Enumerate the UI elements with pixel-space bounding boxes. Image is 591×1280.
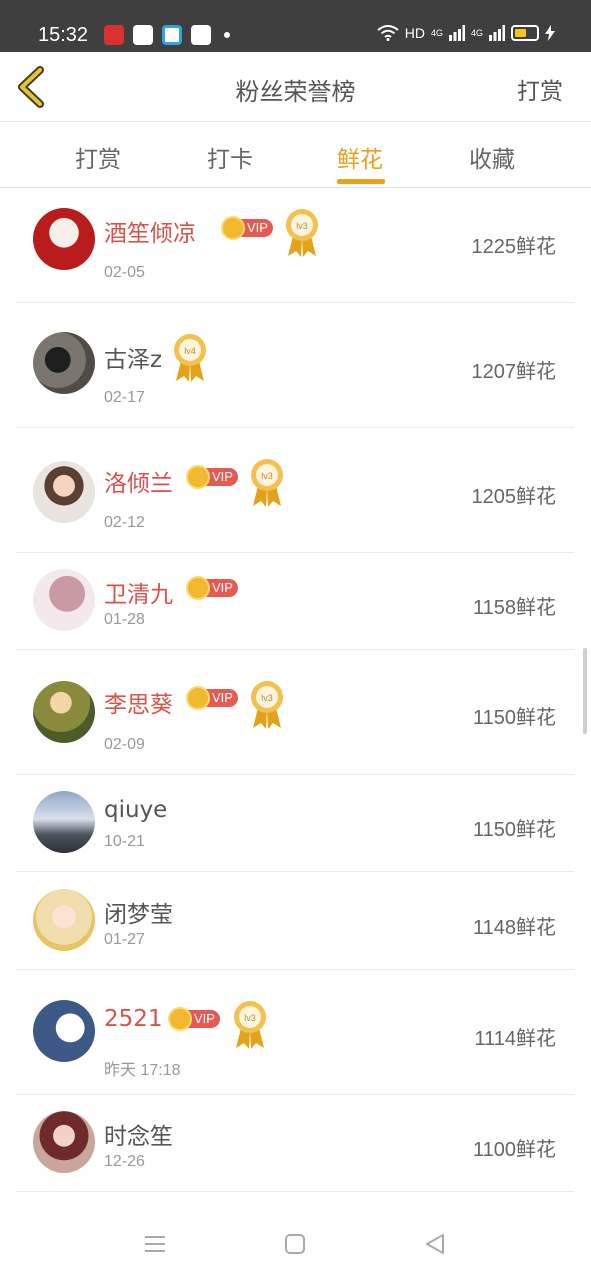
- list-item[interactable]: qiuye 10-21 1150鲜花: [16, 775, 574, 872]
- vip-badge: VIP: [186, 576, 238, 600]
- fan-name: 洛倾兰: [104, 471, 173, 497]
- flower-count: 1150鲜花: [472, 707, 556, 729]
- crown-icon: [168, 1007, 192, 1031]
- medal-lv3-icon: lv3: [234, 1001, 266, 1049]
- medal-lv3-icon: lv3: [251, 459, 283, 507]
- vip-badge: VIP: [168, 1007, 220, 1031]
- more-notifications-dot: [224, 32, 230, 38]
- fan-date: 10-21: [104, 833, 145, 850]
- crown-icon: [186, 576, 210, 600]
- signal-bars-icon: [448, 25, 465, 41]
- fan-name: 2521: [104, 1006, 163, 1032]
- crown-icon: [186, 465, 210, 489]
- fan-date: 02-17: [104, 389, 145, 406]
- svg-text:lv3: lv3: [261, 693, 273, 703]
- system-nav-bar: [0, 1200, 591, 1280]
- avatar[interactable]: [33, 569, 95, 631]
- avatar[interactable]: [33, 461, 95, 523]
- fan-date: 12-26: [104, 1153, 145, 1170]
- tab-checkin[interactable]: 打卡: [207, 140, 253, 174]
- signal-bars-icon-2: [489, 25, 505, 41]
- medal-lv4-icon: lv4: [174, 334, 206, 382]
- avatar[interactable]: [33, 1111, 95, 1173]
- flower-count: 1205鲜花: [471, 486, 557, 508]
- vip-badge: VIP: [221, 216, 273, 240]
- svg-text:lv3: lv3: [296, 221, 308, 231]
- signal-4g-label: 4G: [430, 28, 443, 38]
- hd-indicator: HD: [404, 25, 425, 41]
- tab-reward[interactable]: 打赏: [75, 140, 121, 174]
- vip-badge: VIP: [186, 686, 238, 710]
- back-triangle-icon[interactable]: [421, 1230, 449, 1258]
- fan-date: 02-09: [104, 736, 145, 753]
- browser-app-icon: [162, 25, 182, 45]
- message-app-icon: [191, 25, 211, 45]
- fan-name: 闭梦莹: [104, 902, 173, 928]
- avatar[interactable]: [33, 332, 95, 394]
- status-bar: 15:32 HD 4G 4G: [0, 0, 591, 52]
- vip-badge: VIP: [186, 465, 238, 489]
- avatar[interactable]: [33, 1000, 95, 1062]
- flower-count: 1158鲜花: [472, 597, 556, 619]
- signal-4g-label-2: 4G: [470, 28, 483, 38]
- flower-count: 1150鲜花: [472, 819, 556, 841]
- status-indicators: HD 4G 4G: [377, 25, 555, 41]
- flower-count: 1148鲜花: [472, 917, 556, 939]
- svg-text:lv3: lv3: [244, 1013, 256, 1023]
- medal-lv3-icon: lv3: [251, 681, 283, 729]
- fan-name: qiuye: [104, 797, 168, 823]
- avatar[interactable]: [33, 208, 95, 270]
- list-item[interactable]: 洛倾兰 VIP lv3 02-12 1205鲜花: [16, 428, 574, 553]
- svg-text:lv3: lv3: [261, 471, 273, 481]
- flower-count: 1225鲜花: [471, 236, 557, 258]
- list-item[interactable]: 2521 VIP lv3 昨天 17:18 1114鲜花: [16, 970, 574, 1095]
- wifi-icon: [377, 25, 399, 41]
- active-tab-indicator: [337, 179, 385, 184]
- fan-date: 昨天 17:18: [104, 1062, 181, 1079]
- tab-bar: 打赏 打卡 鲜花 收藏: [0, 122, 591, 188]
- list-item[interactable]: 闭梦莹 01-27 1148鲜花: [16, 872, 574, 970]
- page-title: 粉丝荣誉榜: [235, 78, 356, 106]
- notification-icons: [104, 25, 230, 45]
- fan-name: 时念笙: [104, 1124, 173, 1150]
- avatar[interactable]: [33, 889, 95, 951]
- flower-count: 1114鲜花: [474, 1028, 556, 1050]
- charging-icon: [545, 25, 555, 41]
- fan-name: 卫清九: [104, 582, 173, 608]
- scrollbar[interactable]: [583, 648, 587, 734]
- fan-date: 02-05: [104, 264, 145, 281]
- medal-lv3-icon: lv3: [286, 209, 318, 257]
- flower-count: 1207鲜花: [471, 361, 557, 383]
- battery-icon: [511, 25, 539, 41]
- list-item[interactable]: 李思葵 VIP lv3 02-09 1150鲜花: [16, 650, 574, 775]
- app-notification-icon: [104, 25, 124, 45]
- fan-name: 古泽z: [104, 347, 163, 373]
- svg-text:lv4: lv4: [184, 346, 196, 356]
- status-time: 15:32: [38, 24, 89, 46]
- avatar[interactable]: [33, 681, 95, 743]
- flower-count: 1100鲜花: [472, 1139, 556, 1161]
- list-item[interactable]: 古泽z lv4 02-17 1207鲜花: [16, 303, 574, 428]
- home-icon[interactable]: [281, 1230, 309, 1258]
- list-item[interactable]: 酒笙倾凉 VIP lv3 02-05 1225鲜花: [16, 188, 574, 303]
- crown-icon: [221, 216, 245, 240]
- tab-flowers[interactable]: 鲜花: [337, 140, 383, 174]
- fan-date: 01-27: [104, 931, 145, 948]
- fan-date: 01-28: [104, 611, 145, 628]
- list-item[interactable]: 卫清九 VIP 01-28 1158鲜花: [16, 553, 574, 650]
- crown-icon: [186, 686, 210, 710]
- tab-favorites[interactable]: 收藏: [469, 140, 515, 174]
- fan-name: 李思葵: [104, 692, 173, 718]
- video-app-icon: [133, 25, 153, 45]
- menu-icon[interactable]: [141, 1230, 169, 1258]
- fan-name: 酒笙倾凉: [104, 221, 196, 247]
- list-item[interactable]: 时念笙 12-26 1100鲜花: [16, 1095, 574, 1192]
- header: 粉丝荣誉榜 打赏: [0, 52, 591, 122]
- reward-button[interactable]: 打赏: [517, 72, 563, 106]
- fan-date: 02-12: [104, 514, 145, 531]
- avatar[interactable]: [33, 791, 95, 853]
